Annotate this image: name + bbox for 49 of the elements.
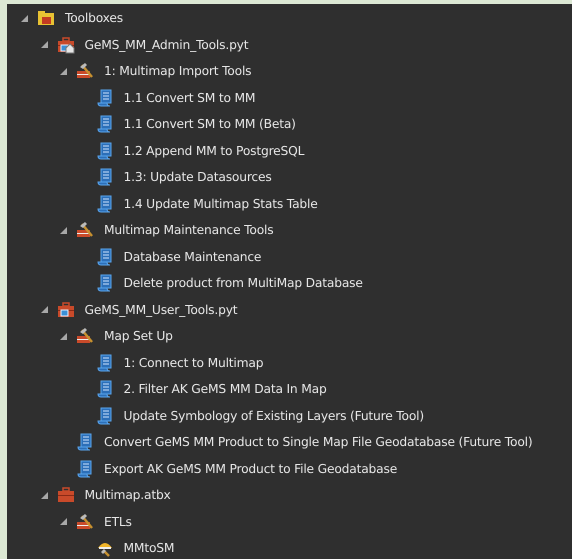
tree-item-label[interactable]: GeMS_MM_User_Tools.pyt [84, 302, 238, 317]
tree-item-label[interactable]: Toolboxes [65, 11, 123, 26]
script-icon [96, 88, 114, 107]
toolset-icon [76, 62, 94, 80]
tree-item-label[interactable]: ETLs [104, 514, 132, 529]
tree-item-label[interactable]: Database Maintenance [124, 250, 262, 264]
tree-item-label[interactable]: Convert GeMS MM Product to Single Map File Geodatabase (Future Tool) [104, 435, 532, 450]
toolbox-icon [56, 486, 74, 504]
script-icon [76, 460, 94, 478]
toolbox-folder-icon [37, 9, 55, 28]
script-icon [96, 168, 114, 186]
script-icon [76, 433, 94, 452]
tree-item-label[interactable]: 1.3: Update Datasources [124, 170, 272, 184]
tree-item-label[interactable]: GeMS_MM_Admin_Tools.pyt [84, 38, 248, 52]
script-icon [96, 194, 114, 213]
tree-item-label[interactable]: Multimap.atbx [84, 488, 171, 502]
python-toolbox-icon [56, 300, 74, 319]
toolset-icon [76, 221, 94, 240]
tree-item-label[interactable]: Export AK GeMS MM Product to File Geodatabase [104, 462, 398, 476]
tree-item-label[interactable]: 1.2 Append MM to PostgreSQL [124, 144, 304, 158]
tree-item-label[interactable]: 1.1 Convert SM to MM (Beta) [124, 117, 296, 132]
tree-item-label[interactable]: Update Symbology of Existing Layers (Future Tool) [124, 408, 424, 423]
tree-item-label[interactable]: MMtoSM [124, 541, 174, 556]
toolset-icon [76, 327, 94, 346]
script-icon [96, 248, 114, 266]
python-toolbox-icon [56, 36, 74, 54]
tree-item-label[interactable]: 1.4 Update Multimap Stats Table [124, 196, 318, 211]
expand-arrow-icon[interactable] [60, 68, 67, 75]
script-icon [96, 406, 114, 425]
tree-item-label[interactable]: 1.1 Convert SM to MM [124, 90, 256, 105]
tree-item-label[interactable]: 1: Connect to Multimap [124, 356, 264, 370]
tree-item-label[interactable]: 2. Filter AK GeMS MM Data In Map [124, 382, 327, 396]
tree-item-label[interactable]: Multimap Maintenance Tools [104, 223, 274, 238]
expand-arrow-icon[interactable] [21, 14, 28, 22]
script-icon [96, 115, 114, 134]
expand-arrow-icon[interactable] [40, 41, 48, 48]
expand-arrow-icon[interactable] [60, 226, 67, 234]
script-icon [96, 354, 114, 372]
expand-arrow-icon[interactable] [40, 306, 48, 314]
script-icon [96, 380, 114, 398]
expand-arrow-icon[interactable] [60, 518, 67, 526]
expand-arrow-icon[interactable] [60, 332, 67, 340]
toolset-icon [76, 512, 94, 531]
expand-arrow-icon[interactable] [40, 492, 48, 499]
tree-item-label[interactable]: Delete product from MultiMap Database [124, 276, 363, 290]
tree-item-label[interactable]: Map Set Up [104, 329, 173, 344]
script-icon [96, 274, 114, 292]
tree-item-label[interactable]: 1: Multimap Import Tools [104, 64, 252, 78]
script-icon [96, 142, 114, 160]
